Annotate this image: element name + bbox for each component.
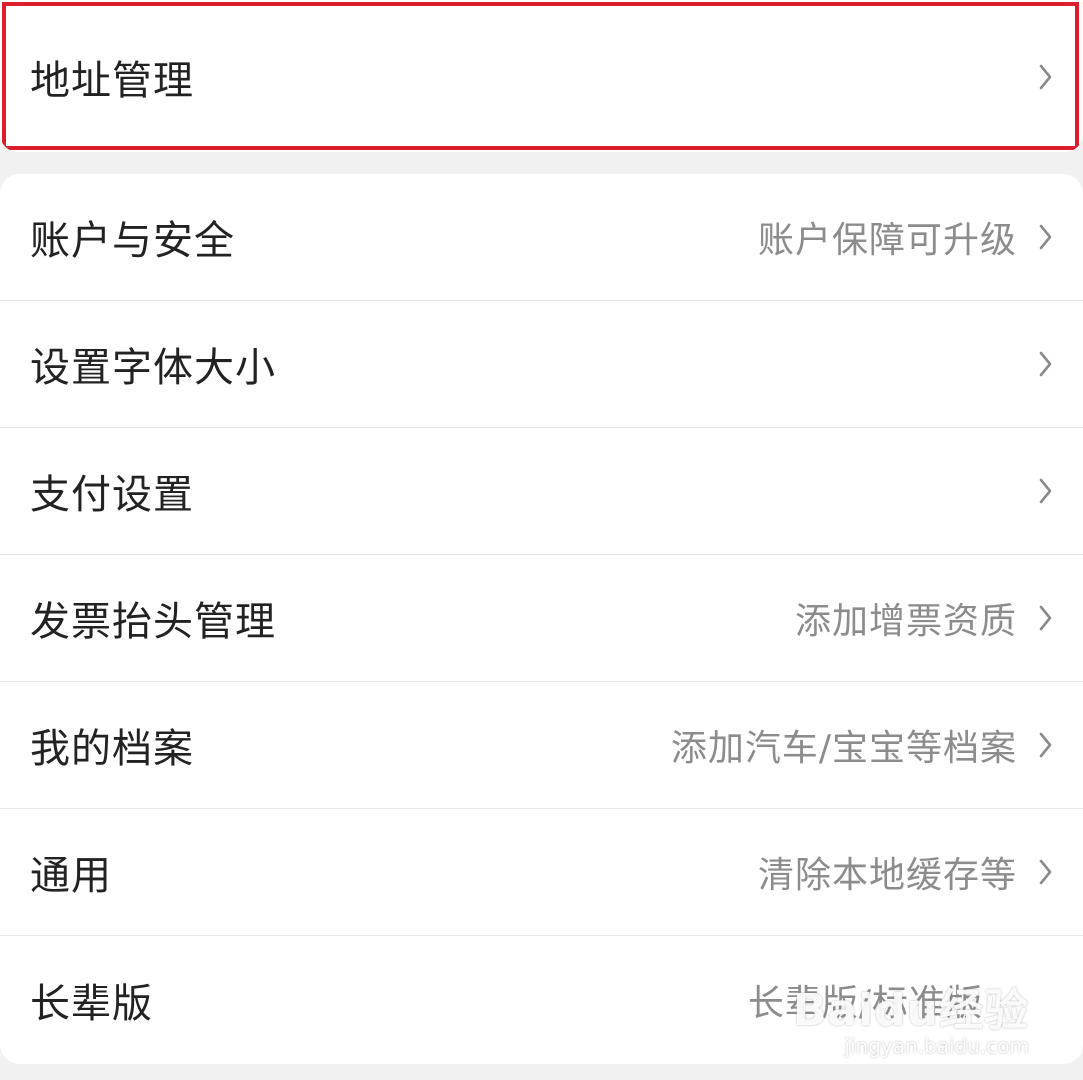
settings-item-subtext: 添加汽车/宝宝等档案 [670, 728, 1017, 769]
row-right [1039, 64, 1053, 90]
settings-item-profile[interactable]: 我的档案 添加汽车/宝宝等档案 [0, 682, 1083, 809]
address-management-label: 地址管理 [30, 58, 194, 104]
row-right [1039, 478, 1053, 504]
row-right: 长辈版/标准版 [748, 974, 1053, 1026]
chevron-right-icon [1039, 478, 1052, 504]
settings-item-label: 长辈版 [30, 980, 153, 1027]
settings-item-font-size[interactable]: 设置字体大小 [0, 301, 1083, 428]
settings-item-invoice[interactable]: 发票抬头管理 添加增票资质 [0, 555, 1083, 682]
chevron-right-icon [1039, 351, 1052, 377]
settings-item-payment[interactable]: 支付设置 [0, 428, 1083, 555]
settings-item-general[interactable]: 通用 清除本地缓存等 [0, 809, 1083, 936]
row-right: 添加增票资质 [795, 592, 1053, 644]
address-management-row[interactable]: 地址管理 [0, 0, 1083, 152]
settings-item-label: 通用 [30, 853, 112, 899]
chevron-right-icon [1039, 732, 1052, 758]
settings-item-elder-mode[interactable]: 长辈版 长辈版/标准版 [0, 936, 1083, 1063]
settings-item-label: 设置字体大小 [30, 345, 276, 391]
address-card: 地址管理 [0, 0, 1083, 152]
settings-item-account-security[interactable]: 账户与安全 账户保障可升级 [0, 174, 1083, 301]
row-right: 账户保障可升级 [758, 211, 1053, 263]
row-right: 添加汽车/宝宝等档案 [671, 719, 1053, 771]
row-right [1039, 351, 1053, 377]
settings-item-subtext: 长辈版/标准版 [747, 982, 983, 1024]
chevron-right-icon [1039, 64, 1052, 90]
settings-item-subtext: 清除本地缓存等 [757, 855, 1017, 896]
settings-item-label: 发票抬头管理 [30, 599, 276, 645]
settings-item-label: 账户与安全 [30, 218, 235, 264]
chevron-right-icon [1039, 224, 1052, 250]
settings-item-label: 我的档案 [30, 726, 194, 772]
row-right: 清除本地缓存等 [758, 846, 1053, 898]
chevron-right-icon [1039, 859, 1052, 885]
chevron-right-icon [1039, 605, 1052, 631]
settings-card: 账户与安全 账户保障可升级 设置字体大小 支付设置 发票抬头管理 添加增票资质 [0, 174, 1083, 1064]
settings-item-subtext: 添加增票资质 [794, 601, 1017, 642]
settings-item-subtext: 账户保障可升级 [757, 220, 1017, 261]
settings-item-label: 支付设置 [30, 472, 194, 518]
